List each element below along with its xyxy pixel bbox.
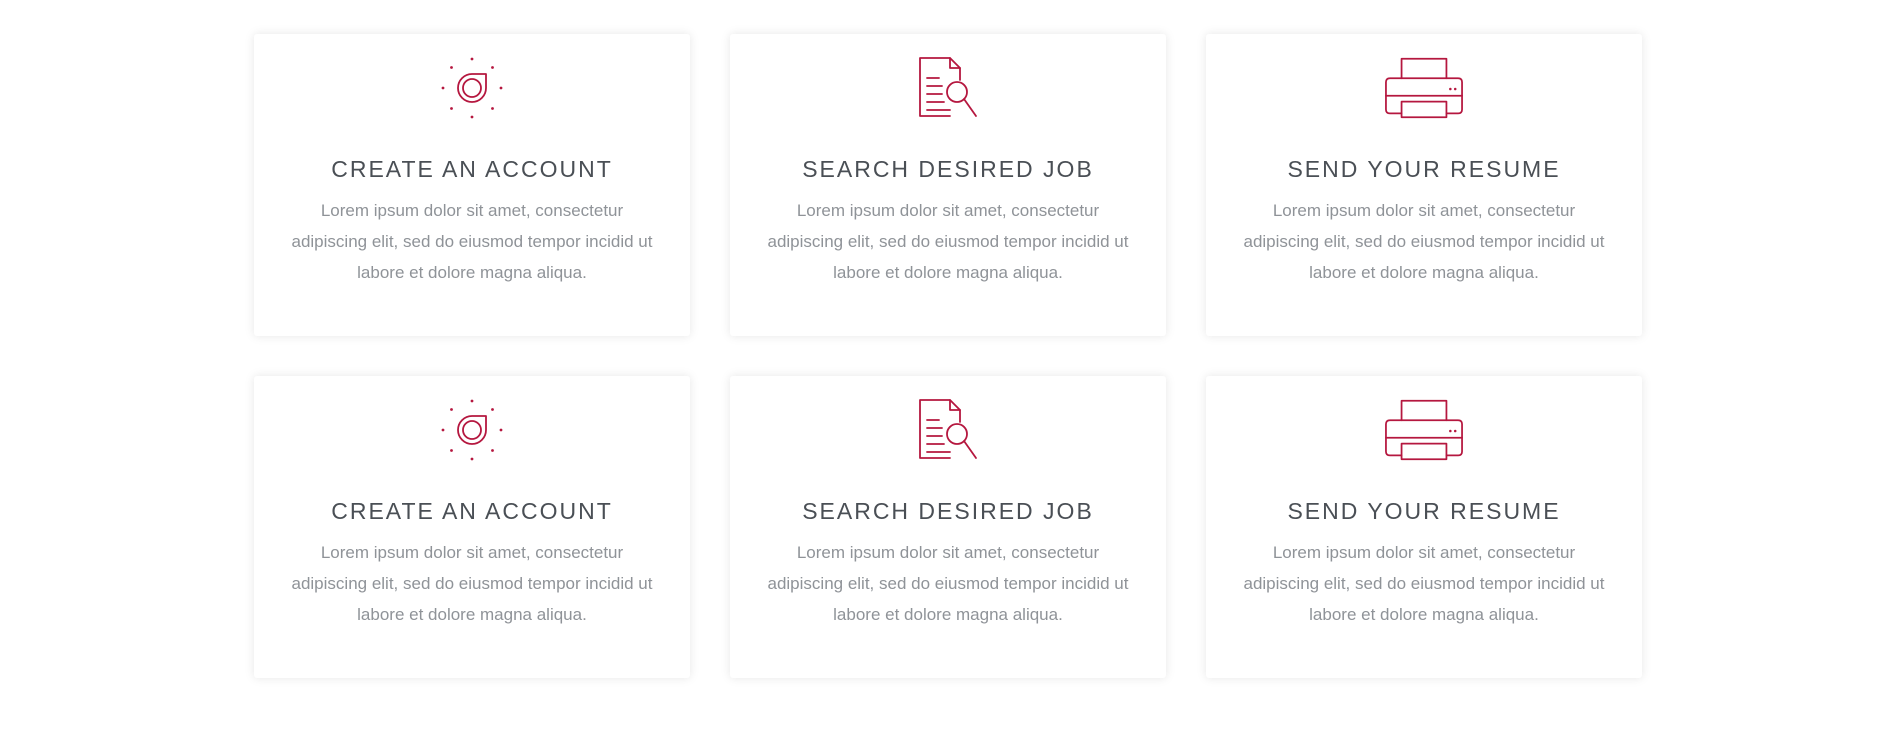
account-icon: [432, 398, 512, 462]
card-title: CREATE AN ACCOUNT: [331, 156, 613, 182]
features-grid: CREATE AN ACCOUNT Lorem ipsum dolor sit …: [254, 34, 1642, 678]
feature-card: SEND YOUR RESUME Lorem ipsum dolor sit a…: [1206, 34, 1642, 336]
feature-card: SEARCH DESIRED JOB Lorem ipsum dolor sit…: [730, 376, 1166, 678]
printer-icon: [1384, 398, 1464, 462]
card-title: SEND YOUR RESUME: [1287, 156, 1561, 182]
card-title: SEND YOUR RESUME: [1287, 498, 1561, 524]
card-title: SEARCH DESIRED JOB: [802, 498, 1094, 524]
card-description: Lorem ipsum dolor sit amet, consectetur …: [1243, 201, 1605, 282]
feature-card: CREATE AN ACCOUNT Lorem ipsum dolor sit …: [254, 376, 690, 678]
feature-card: SEND YOUR RESUME Lorem ipsum dolor sit a…: [1206, 376, 1642, 678]
card-description: Lorem ipsum dolor sit amet, consectetur …: [767, 543, 1129, 624]
account-icon: [432, 56, 512, 120]
printer-icon: [1384, 56, 1464, 120]
card-description: Lorem ipsum dolor sit amet, consectetur …: [291, 543, 653, 624]
card-description: Lorem ipsum dolor sit amet, consectetur …: [767, 201, 1129, 282]
card-title: SEARCH DESIRED JOB: [802, 156, 1094, 182]
search-document-icon: [908, 398, 988, 462]
card-description: Lorem ipsum dolor sit amet, consectetur …: [291, 201, 653, 282]
card-description: Lorem ipsum dolor sit amet, consectetur …: [1243, 543, 1605, 624]
feature-card: SEARCH DESIRED JOB Lorem ipsum dolor sit…: [730, 34, 1166, 336]
card-title: CREATE AN ACCOUNT: [331, 498, 613, 524]
search-document-icon: [908, 56, 988, 120]
feature-card: CREATE AN ACCOUNT Lorem ipsum dolor sit …: [254, 34, 690, 336]
